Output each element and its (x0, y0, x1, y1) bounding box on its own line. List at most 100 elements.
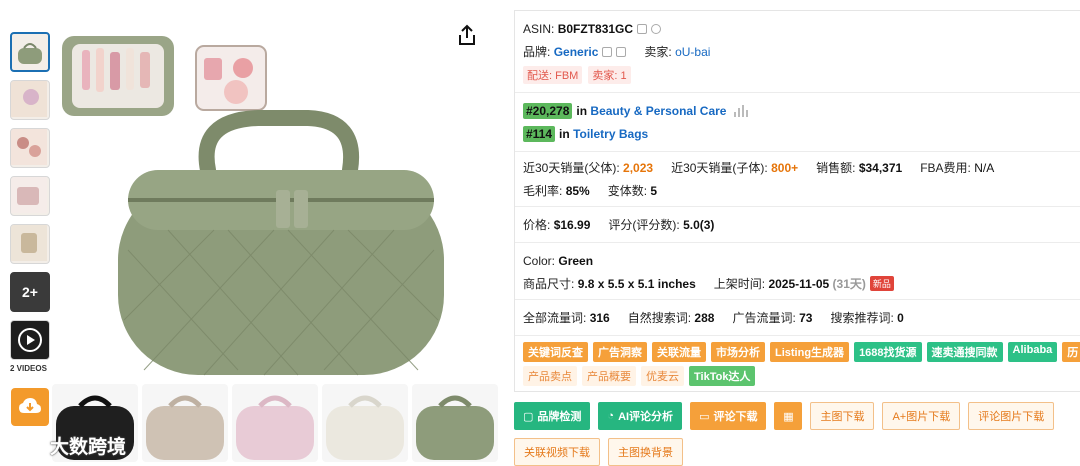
video-thumbnail[interactable] (10, 320, 50, 360)
color-label: Color: (523, 253, 556, 268)
ai-review-button[interactable]: ◔ AI评论分析 (598, 402, 683, 430)
location-icon[interactable] (651, 23, 662, 34)
play-icon (18, 328, 42, 352)
kw-organic-value[interactable]: 288 (694, 311, 714, 325)
open-bag-image (62, 36, 174, 116)
videos-count-label: 2 VIDEOS (10, 364, 47, 373)
rating-value: 5.0(3) (683, 217, 715, 232)
thumbnail-4[interactable] (10, 176, 50, 216)
price-label: 价格: (523, 218, 551, 232)
rank-secondary: #114 (523, 125, 556, 142)
attributes-section: Color: Green 商品尺寸: 9.8 x 5.5 x 5.1 inche… (515, 243, 1080, 300)
watermark-text: 大数跨境 (50, 437, 127, 458)
video-download-button[interactable]: 关联视频下载 (514, 438, 600, 466)
price-section: 价格: $16.99 评分(评分数): 5.0(3) (515, 207, 1080, 243)
brand-label: 品牌: (523, 45, 551, 59)
open-external-icon[interactable] (616, 46, 627, 57)
comment-icon: ▭ (699, 410, 710, 423)
kw-ad-value[interactable]: 73 (799, 311, 812, 325)
main-product-image[interactable] (58, 30, 498, 380)
size-value: 9.8 x 5.5 x 5.1 inches (577, 276, 696, 291)
quilted-bag-image (118, 110, 444, 376)
variant-green[interactable] (412, 384, 498, 462)
watermark: 大数跨境 (6, 432, 126, 459)
brand-link[interactable]: Generic (554, 45, 599, 59)
main-image-download-button[interactable]: 主图下载 (810, 402, 875, 430)
kw-all-label: 全部流量词: (523, 311, 587, 325)
new-badge: 新品 (869, 276, 894, 291)
tool-link[interactable]: 产品概要 (582, 366, 636, 386)
seller-link[interactable]: oU-bai (675, 45, 710, 59)
tool-link[interactable]: 关键词反查 (523, 342, 588, 362)
tool-row-1: 关键词反查 广告洞察 关联流量 市场分析 Listing生成器 1688找货源 速卖通搜同款… (523, 342, 1080, 362)
tool-row-2: 产品卖点 产品概要 优麦云 TikTok达人 (523, 366, 1072, 386)
kw-rec-value[interactable]: 0 (897, 311, 904, 325)
sales-parent-label: 近30天销量(父体): (523, 161, 620, 175)
more-images-button[interactable]: 2+ (10, 272, 50, 312)
aplus-download-button[interactable]: A+图片下载 (882, 402, 961, 430)
tool-link[interactable]: 速卖通搜同款 (926, 342, 1003, 362)
listed-label: 上架时间: (713, 277, 766, 291)
tool-link[interactable]: 优麦云 (641, 366, 684, 386)
variant-white[interactable] (322, 384, 408, 462)
ai-review-label: AI评论分析 (618, 411, 674, 423)
rank-in-label-2: in (559, 126, 570, 141)
fba-label: FBA费用: (920, 161, 971, 175)
seller-label: 卖家: (644, 45, 672, 59)
review-image-download-button[interactable]: 评论图片下载 (968, 402, 1055, 430)
review-download-button[interactable]: ▭ 评论下载 (690, 402, 767, 430)
tool-link[interactable]: 产品卖点 (523, 366, 577, 386)
sales-child-value: 800+ (771, 160, 799, 175)
brand-check-label: 品牌检测 (537, 411, 582, 423)
tool-link[interactable]: Listing生成器 (770, 342, 850, 362)
price-value: $16.99 (553, 217, 591, 232)
bg-replace-button[interactable]: 主图换背景 (608, 438, 683, 466)
calculator-button[interactable]: ▦ (774, 402, 803, 430)
tool-link[interactable]: 广告洞察 (593, 342, 647, 362)
kw-all-value[interactable]: 316 (590, 311, 610, 325)
cloud-download-icon (19, 398, 41, 413)
fulfillment-tag: 配送: FBM (523, 65, 583, 84)
kw-rec-label: 搜索推荐词: (830, 311, 894, 325)
asin-value[interactable]: B0FZT831GC (558, 22, 633, 36)
rank-in-label: in (576, 103, 588, 118)
cloud-download-button[interactable] (11, 388, 49, 426)
rank-secondary-category[interactable]: Toiletry Bags (573, 127, 648, 141)
thumbnail-2[interactable] (10, 80, 50, 120)
margin-label: 毛利率: (523, 184, 563, 198)
tool-link[interactable]: 1688找货源 (854, 342, 922, 362)
tool-link[interactable]: 历 (1062, 342, 1080, 362)
rating-label: 评分(评分数): (608, 218, 680, 232)
variant-beige[interactable] (142, 384, 228, 462)
copy-icon[interactable] (637, 23, 648, 34)
color-value: Green (558, 253, 594, 268)
variant-pink[interactable] (232, 384, 318, 462)
thumbnail-5[interactable] (10, 224, 50, 264)
variants-value: 5 (650, 183, 658, 198)
thumbnail-3[interactable] (10, 128, 50, 168)
tool-link[interactable]: Alibaba (1007, 342, 1058, 362)
listed-days: (31天) (832, 277, 866, 291)
more-images-label: 2+ (22, 284, 38, 300)
rank-chart-icon[interactable] (734, 104, 749, 117)
seller-count-tag: 卖家: 1 (588, 65, 631, 84)
video-download-label: 关联视频下载 (524, 447, 590, 459)
thumbnail-1[interactable] (10, 32, 50, 72)
bg-replace-label: 主图换背景 (618, 447, 673, 459)
share-icon[interactable] (456, 24, 478, 46)
tool-links-section: 关键词反查 广告洞察 关联流量 市场分析 Listing生成器 1688找货源 速卖通搜同款… (515, 336, 1080, 394)
brand-check-button[interactable]: ▢ 品牌检测 (514, 402, 591, 430)
tool-link[interactable]: TikTok达人 (689, 366, 756, 386)
action-buttons: ▢ 品牌检测 ◔ AI评论分析 ▭ 评论下载 ▦ 主图下载 A+图片下载 评论图… (514, 402, 1080, 466)
clear-pouch-image (195, 45, 267, 111)
copy-brand-icon[interactable] (602, 46, 613, 57)
checkbox-icon: ▢ (523, 410, 534, 423)
product-info-panel: ASIN: B0FZT831GC 品牌: Generic 卖家: oU-bai … (514, 10, 1080, 392)
kw-organic-label: 自然搜索词: (627, 311, 692, 325)
watermark-logo-icon (7, 436, 45, 455)
rank-primary-category[interactable]: Beauty & Personal Care (590, 104, 726, 118)
basic-info-section: ASIN: B0FZT831GC 品牌: Generic 卖家: oU-bai … (515, 11, 1080, 93)
tool-link[interactable]: 关联流量 (652, 342, 706, 362)
rank-primary: #20,278 (523, 102, 573, 119)
tool-link[interactable]: 市场分析 (711, 342, 765, 362)
